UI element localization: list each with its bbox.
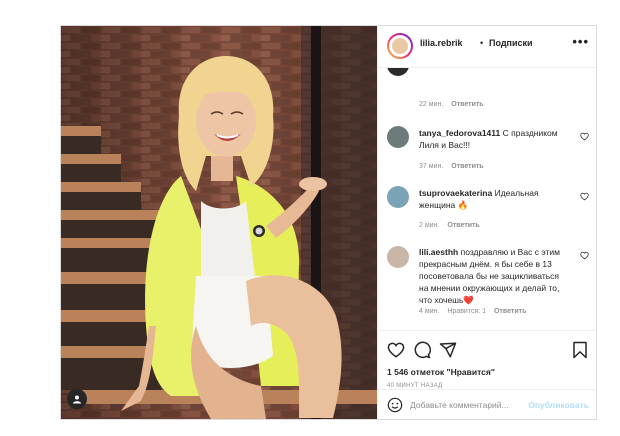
comment-time: 37 мин. (419, 163, 444, 170)
smiley-icon[interactable] (387, 397, 403, 413)
comment-avatar[interactable] (387, 186, 409, 208)
comment-icon[interactable] (413, 341, 431, 359)
comment-likes[interactable]: Нравится: 1 (447, 308, 486, 315)
comment-meta: 4 мин. Нравится: 1 Ответить (419, 308, 534, 315)
post-photo[interactable] (61, 26, 377, 419)
author-username[interactable]: lilia.rebrik (420, 38, 463, 48)
share-icon[interactable] (439, 341, 457, 359)
post-header: lilia.rebrik • Подписки ••• (378, 26, 596, 68)
more-options-icon[interactable]: ••• (572, 34, 589, 49)
comment-meta: 22 мин. Ответить (419, 101, 492, 108)
heart-icon[interactable] (387, 341, 405, 359)
comment-time: 2 мин. (419, 222, 440, 229)
likes-count[interactable]: 1 546 отметок "Нравится" (387, 367, 495, 377)
comment-username[interactable]: tsuprovaekaterina (419, 188, 492, 198)
comment-text: tsuprovaekaterina Идеальная женщина 🔥 (419, 187, 569, 211)
post-sidebar: lilia.rebrik • Подписки ••• 22 мин. Ответ… (377, 26, 596, 419)
comment-avatar[interactable] (387, 126, 409, 148)
comment-input[interactable] (410, 396, 542, 414)
user-icon (73, 395, 81, 404)
reply-button[interactable]: Ответить (494, 308, 526, 315)
post-image (61, 26, 377, 419)
add-comment-bar: Опубликовать (378, 389, 596, 419)
comment-avatar[interactable] (387, 68, 409, 76)
comments-list[interactable]: 22 мин. Ответить tanya_fedorova1411 С пра… (378, 68, 596, 330)
comment-like-heart-icon[interactable] (580, 192, 589, 201)
comment-like-heart-icon[interactable] (580, 132, 589, 141)
comment-time: 4 мин. (419, 308, 440, 315)
author-avatar[interactable] (387, 33, 413, 59)
comment-meta: 37 мин. Ответить (419, 163, 492, 170)
comment-text: tanya_fedorova1411 С праздником Лиля и В… (419, 127, 569, 151)
comment-username[interactable]: tanya_fedorova1411 (419, 128, 500, 138)
header-separator: • (480, 38, 484, 48)
comment-meta: 2 мин. Ответить (419, 222, 488, 229)
comment-username[interactable]: lili.aesthh (419, 247, 458, 257)
post-modal: lilia.rebrik • Подписки ••• 22 мин. Ответ… (60, 25, 597, 420)
following-button[interactable]: Подписки (489, 38, 533, 48)
reply-button[interactable]: Ответить (447, 222, 479, 229)
publish-button[interactable]: Опубликовать (528, 400, 589, 410)
reply-button[interactable]: Ответить (451, 101, 483, 108)
comment-text: lili.aesthh поздравляю и Вас с этим прек… (419, 246, 569, 306)
tagged-users-button[interactable] (67, 389, 87, 409)
comment-time: 22 мин. (419, 101, 444, 108)
comment-avatar[interactable] (387, 246, 409, 268)
reply-button[interactable]: Ответить (451, 163, 483, 170)
bookmark-icon[interactable] (571, 341, 589, 359)
comment-like-heart-icon[interactable] (580, 251, 589, 260)
